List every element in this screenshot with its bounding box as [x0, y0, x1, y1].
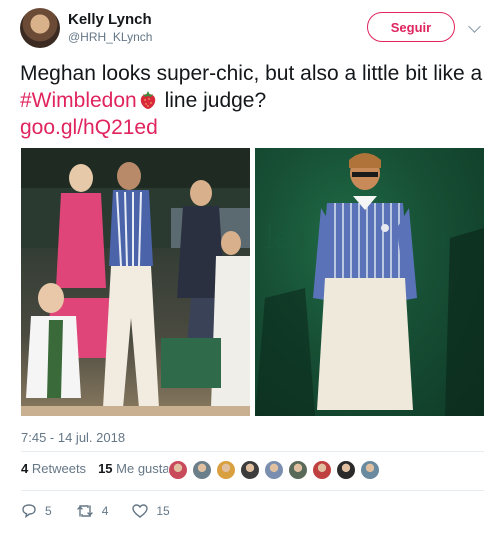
reply-button[interactable]: 5: [21, 503, 52, 519]
reply-count: 5: [45, 504, 52, 518]
like-button[interactable]: 15: [132, 503, 170, 519]
author-handle[interactable]: @HRH_KLynch: [68, 30, 152, 44]
photo-meghan[interactable]: [21, 148, 250, 416]
retweets-stat[interactable]: 4 Retweets: [21, 461, 86, 476]
retweets-label: Retweets: [31, 461, 87, 476]
tweet-header: Kelly Lynch @HRH_KLynch Seguir: [20, 8, 485, 52]
retweet-count: 4: [101, 504, 109, 518]
divider: [21, 451, 484, 452]
tweet-text: Meghan looks super-chic, but also a litt…: [20, 60, 490, 141]
liker-avatar[interactable]: [288, 460, 308, 480]
retweet-icon: [76, 505, 93, 517]
liker-avatar[interactable]: [264, 460, 284, 480]
liker-avatars: [168, 460, 384, 480]
like-count: 15: [156, 504, 170, 518]
tweet-text-part-2: line judge?: [158, 89, 267, 112]
likes-stat[interactable]: 15 Me gusta: [98, 461, 170, 476]
svg-text:len: len: [265, 219, 307, 256]
heart-icon: [132, 504, 149, 518]
liker-avatar[interactable]: [240, 460, 260, 480]
liker-avatar[interactable]: [312, 460, 332, 480]
tweet-text-part-1: Meghan looks super-chic, but also a litt…: [20, 62, 483, 85]
retweet-button[interactable]: 4: [76, 503, 109, 519]
tweet-actions: 5 4 15: [21, 503, 194, 519]
likes-label: Me gusta: [116, 461, 170, 476]
author-name[interactable]: Kelly Lynch: [68, 11, 152, 28]
hashtag-link[interactable]: #Wimbledon: [20, 89, 137, 112]
tweet-stats: 4 Retweets 15 Me gusta: [21, 461, 182, 476]
retweets-count: 4: [21, 461, 29, 476]
tweet-media[interactable]: len: [21, 148, 484, 416]
likes-count: 15: [98, 461, 113, 476]
liker-avatar[interactable]: [336, 460, 356, 480]
reply-icon: [22, 504, 36, 519]
liker-avatar[interactable]: [216, 460, 236, 480]
avatar[interactable]: [20, 8, 60, 48]
liker-avatar[interactable]: [192, 460, 212, 480]
tweet-timestamp[interactable]: 7:45 - 14 jul. 2018: [21, 430, 125, 445]
strawberry-emoji-icon: [139, 90, 157, 110]
photo-line-judge[interactable]: len: [255, 148, 484, 416]
chevron-down-icon[interactable]: [468, 20, 481, 33]
follow-button[interactable]: Seguir: [367, 12, 455, 42]
divider: [21, 490, 484, 491]
liker-avatar[interactable]: [168, 460, 188, 480]
liker-avatar[interactable]: [360, 460, 380, 480]
tweet-link[interactable]: goo.gl/hQ21ed: [20, 116, 158, 139]
